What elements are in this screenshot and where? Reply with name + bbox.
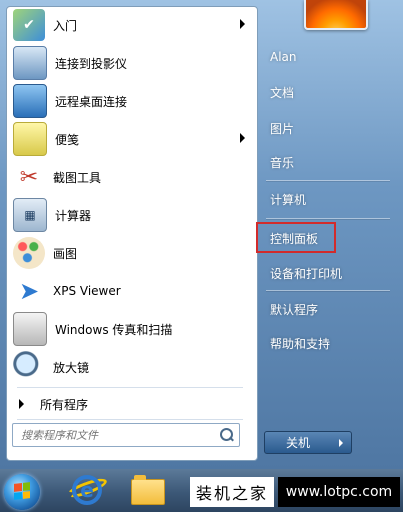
fax-scan-icon bbox=[13, 312, 47, 346]
program-item-xps-viewer[interactable]: ➤ XPS Viewer bbox=[9, 273, 253, 309]
user-avatar[interactable] bbox=[304, 0, 368, 30]
start-menu: ✔ 入门 连接到投影仪 远程桌面连接 便笺 ✂ 截图工具 ▦ 计算器 画图 ➤ … bbox=[0, 0, 403, 469]
right-item-label: Alan bbox=[270, 50, 297, 64]
submenu-arrow-icon bbox=[240, 19, 245, 29]
program-item-magnifier[interactable]: 放大镜 bbox=[9, 349, 253, 385]
program-label: Windows 传真和扫描 bbox=[55, 322, 173, 337]
all-programs-label: 所有程序 bbox=[40, 397, 89, 412]
getting-started-icon: ✔ bbox=[13, 9, 45, 41]
right-item-pictures[interactable]: 图片 bbox=[264, 114, 392, 142]
shutdown-label: 关机 bbox=[285, 436, 310, 450]
right-item-user[interactable]: Alan bbox=[264, 43, 392, 71]
right-item-devices-printers[interactable]: 设备和打印机 bbox=[264, 259, 392, 287]
pointer-arrow-icon bbox=[252, 234, 256, 242]
watermark-url: www.lotpc.com bbox=[278, 477, 400, 507]
program-label: 截图工具 bbox=[53, 170, 102, 185]
program-label: 便笺 bbox=[55, 132, 80, 147]
right-item-default-programs[interactable]: 默认程序 bbox=[264, 295, 392, 323]
program-label: XPS Viewer bbox=[53, 284, 121, 298]
right-item-documents[interactable]: 文档 bbox=[264, 78, 392, 106]
right-item-label: 帮助和支持 bbox=[270, 336, 331, 351]
magnifier-icon bbox=[13, 351, 45, 383]
divider bbox=[17, 387, 243, 388]
right-item-label: 音乐 bbox=[270, 155, 295, 170]
program-item-remote-desktop[interactable]: 远程桌面连接 bbox=[9, 83, 253, 119]
snipping-tool-icon: ✂ bbox=[19, 164, 39, 190]
submenu-arrow-icon bbox=[240, 133, 245, 143]
divider bbox=[266, 290, 390, 291]
file-explorer-icon[interactable] bbox=[131, 475, 165, 505]
right-item-label: 计算机 bbox=[270, 192, 307, 207]
chevron-right-icon bbox=[339, 438, 343, 447]
search-box[interactable] bbox=[12, 423, 240, 447]
program-item-calculator[interactable]: ▦ 计算器 bbox=[9, 197, 253, 233]
right-item-label: 设备和打印机 bbox=[270, 266, 343, 281]
calculator-icon: ▦ bbox=[13, 198, 47, 232]
right-item-label: 文档 bbox=[270, 85, 295, 100]
shutdown-options-button[interactable] bbox=[331, 431, 352, 454]
program-label: 入门 bbox=[53, 18, 78, 33]
projector-icon bbox=[13, 46, 47, 80]
program-item-sticky-notes[interactable]: 便笺 bbox=[9, 121, 253, 157]
program-item-snipping-tool[interactable]: ✂ 截图工具 bbox=[9, 159, 253, 195]
windows-logo-icon bbox=[14, 482, 30, 500]
program-label: 连接到投影仪 bbox=[55, 56, 128, 71]
paint-icon bbox=[13, 237, 45, 269]
watermark-text: 装机之家 bbox=[190, 477, 274, 507]
search-icon[interactable] bbox=[220, 428, 233, 441]
program-label: 放大镜 bbox=[53, 360, 90, 375]
divider bbox=[266, 218, 390, 219]
right-item-music[interactable]: 音乐 bbox=[264, 148, 392, 176]
all-programs-button[interactable]: 所有程序 bbox=[9, 391, 253, 417]
program-item-fax-scan[interactable]: Windows 传真和扫描 bbox=[9, 311, 253, 347]
search-input[interactable] bbox=[19, 427, 213, 443]
remote-desktop-icon bbox=[13, 84, 47, 118]
divider bbox=[266, 180, 390, 181]
expand-arrow-icon bbox=[19, 399, 24, 409]
xps-viewer-icon: ➤ bbox=[18, 277, 40, 305]
program-label: 画图 bbox=[53, 246, 78, 261]
programs-pane: ✔ 入门 连接到投影仪 远程桌面连接 便笺 ✂ 截图工具 ▦ 计算器 画图 ➤ … bbox=[6, 6, 258, 461]
right-item-computer[interactable]: 计算机 bbox=[264, 185, 392, 213]
program-item-paint[interactable]: 画图 bbox=[9, 235, 253, 271]
program-item-getting-started[interactable]: ✔ 入门 bbox=[9, 7, 253, 43]
right-item-label: 默认程序 bbox=[270, 302, 319, 317]
divider bbox=[17, 419, 243, 420]
sticky-notes-icon bbox=[13, 122, 47, 156]
program-label: 计算器 bbox=[55, 208, 92, 223]
program-item-connect-projector[interactable]: 连接到投影仪 bbox=[9, 45, 253, 81]
program-label: 远程桌面连接 bbox=[55, 94, 128, 109]
highlight-box bbox=[256, 222, 336, 253]
right-item-help-support[interactable]: 帮助和支持 bbox=[264, 329, 392, 357]
right-item-label: 图片 bbox=[270, 121, 295, 136]
internet-explorer-icon[interactable]: e bbox=[72, 475, 102, 505]
shutdown-button[interactable]: 关机 bbox=[264, 431, 332, 454]
